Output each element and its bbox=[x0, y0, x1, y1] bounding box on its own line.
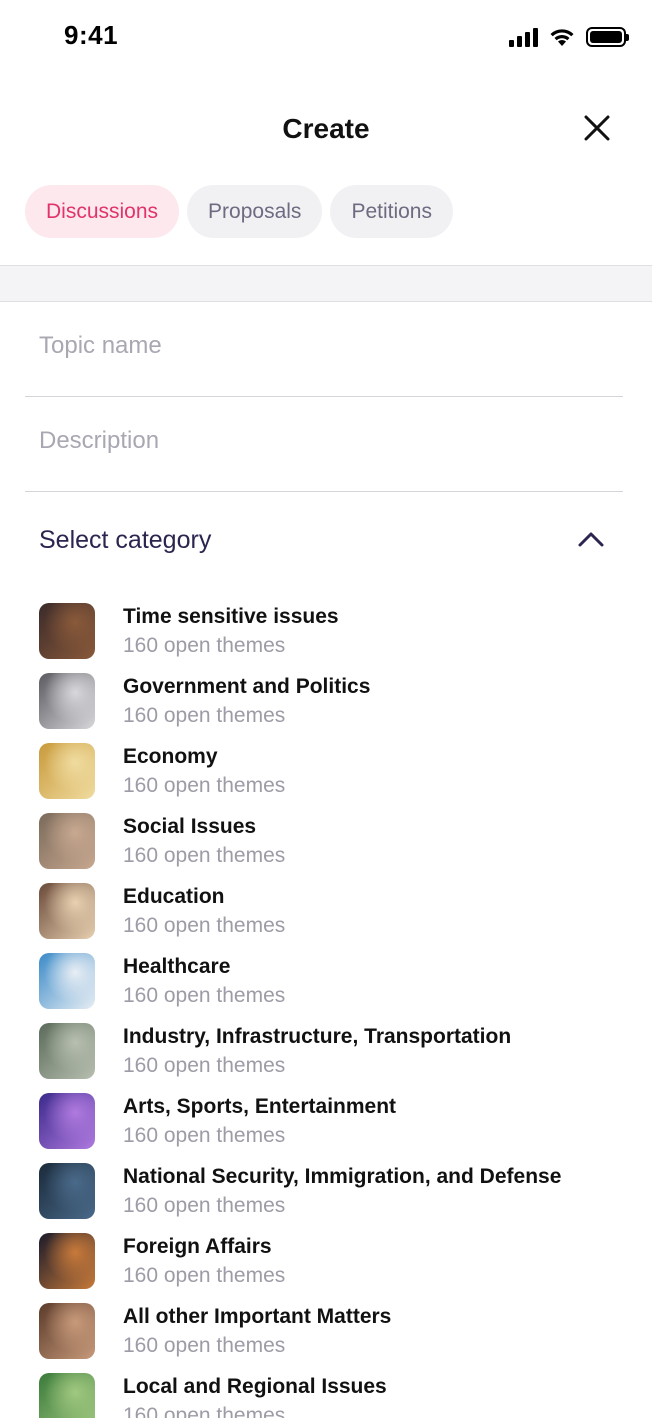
category-list-item[interactable]: Economy 160 open themes bbox=[39, 743, 639, 813]
topic-name-field bbox=[25, 302, 623, 397]
category-name: Foreign Affairs bbox=[123, 1235, 272, 1258]
category-count: 160 open themes bbox=[123, 1404, 286, 1418]
category-list-item[interactable]: Foreign Affairs 160 open themes bbox=[39, 1233, 639, 1303]
category-name: Local and Regional Issues bbox=[123, 1375, 387, 1398]
category-thumbnail bbox=[39, 1023, 95, 1079]
category-list: Time sensitive issues 160 open themes Gove… bbox=[39, 603, 639, 1418]
category-name: Arts, Sports, Entertainment bbox=[123, 1095, 397, 1118]
category-count: 160 open themes bbox=[123, 984, 286, 1007]
status-bar: 9:41 bbox=[0, 0, 652, 75]
description-input[interactable] bbox=[39, 427, 599, 455]
category-count: 160 open themes bbox=[123, 844, 286, 867]
tab-petitions[interactable]: Petitions bbox=[330, 185, 453, 238]
category-list-item[interactable]: All other Important Matters 160 open them… bbox=[39, 1303, 639, 1373]
category-name: All other Important Matters bbox=[123, 1305, 392, 1328]
category-name: Economy bbox=[123, 745, 218, 768]
select-category-label: Select category bbox=[39, 526, 212, 554]
chevron-up-icon[interactable] bbox=[577, 530, 605, 548]
category-count: 160 open themes bbox=[123, 914, 286, 937]
category-list-item[interactable]: National Security, Immigration, and Defe… bbox=[39, 1163, 639, 1233]
category-thumbnail bbox=[39, 673, 95, 729]
category-list-item[interactable]: Arts, Sports, Entertainment 160 open them… bbox=[39, 1093, 639, 1163]
category-count: 160 open themes bbox=[123, 634, 286, 657]
category-name: Social Issues bbox=[123, 815, 257, 838]
category-count: 160 open themes bbox=[123, 1194, 286, 1217]
category-count: 160 open themes bbox=[123, 1124, 286, 1147]
category-thumbnail bbox=[39, 1303, 95, 1359]
close-icon[interactable] bbox=[582, 113, 612, 143]
category-count: 160 open themes bbox=[123, 774, 286, 797]
category-thumbnail bbox=[39, 1093, 95, 1149]
category-thumbnail bbox=[39, 743, 95, 799]
category-thumbnail bbox=[39, 603, 95, 659]
category-list-item[interactable]: Time sensitive issues 160 open themes bbox=[39, 603, 639, 673]
description-field bbox=[25, 397, 623, 492]
category-name: Industry, Infrastructure, Transportation bbox=[123, 1025, 512, 1048]
category-count: 160 open themes bbox=[123, 1264, 286, 1287]
tab-discussions[interactable]: Discussions bbox=[25, 185, 180, 238]
category-thumbnail bbox=[39, 1373, 95, 1418]
battery-icon bbox=[586, 26, 629, 47]
category-count: 160 open themes bbox=[123, 1054, 286, 1077]
category-count: 160 open themes bbox=[123, 1334, 286, 1357]
category-thumbnail bbox=[39, 1233, 95, 1289]
category-name: National Security, Immigration, and Defe… bbox=[123, 1165, 562, 1188]
category-name: Healthcare bbox=[123, 955, 231, 978]
category-list-item[interactable]: Industry, Infrastructure, Transportation… bbox=[39, 1023, 639, 1093]
topic-name-input[interactable] bbox=[39, 332, 599, 360]
category-name: Government and Politics bbox=[123, 675, 371, 698]
status-time: 9:41 bbox=[64, 20, 119, 50]
category-list-item[interactable]: Government and Politics 160 open themes bbox=[39, 673, 639, 743]
category-thumbnail bbox=[39, 1163, 95, 1219]
tab-proposals[interactable]: Proposals bbox=[187, 185, 323, 238]
category-name: Education bbox=[123, 885, 225, 908]
page-title: Create bbox=[282, 113, 370, 144]
category-list-item[interactable]: Social Issues 160 open themes bbox=[39, 813, 639, 883]
select-category-dropdown[interactable]: Select category bbox=[25, 510, 623, 572]
section-divider bbox=[0, 265, 652, 302]
wifi-icon bbox=[550, 29, 574, 46]
category-name: Time sensitive issues bbox=[123, 605, 339, 628]
status-icons bbox=[509, 26, 629, 47]
category-thumbnail bbox=[39, 883, 95, 939]
category-thumbnail bbox=[39, 813, 95, 869]
category-count: 160 open themes bbox=[123, 704, 286, 727]
cellular-signal-icon bbox=[509, 27, 538, 47]
header: Create bbox=[0, 95, 652, 165]
category-thumbnail bbox=[39, 953, 95, 1009]
category-list-item[interactable]: Local and Regional Issues 160 open themes bbox=[39, 1373, 639, 1418]
category-list-item[interactable]: Education 160 open themes bbox=[39, 883, 639, 953]
category-list-item[interactable]: Healthcare 160 open themes bbox=[39, 953, 639, 1023]
tab-bar: Discussions Proposals Petitions bbox=[25, 185, 453, 238]
